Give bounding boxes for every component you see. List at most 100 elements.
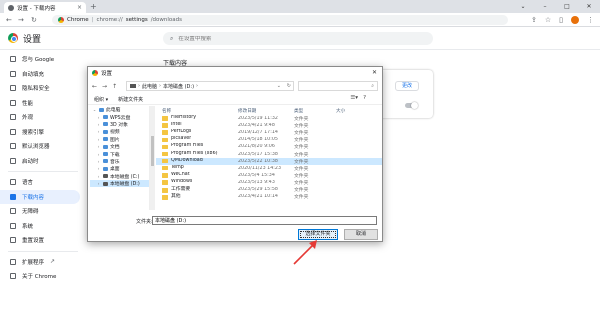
chevron-right-icon[interactable]: › — [96, 166, 101, 171]
tree-item-3d-objects[interactable]: › 3D 对象 — [90, 121, 149, 128]
organize-button[interactable]: 组织 ▾ — [94, 96, 108, 103]
dialog-search-box[interactable]: ⌕ — [298, 81, 378, 91]
chevron-right-icon[interactable]: › — [96, 181, 101, 186]
sidebar-item-privacy[interactable]: 隐私和安全 — [0, 81, 80, 96]
scrollbar-thumb[interactable] — [151, 136, 154, 166]
sidebar-item-you-and-google[interactable]: 您与 Google — [0, 52, 80, 67]
tree-item-videos[interactable]: › 视频 — [90, 128, 149, 135]
sidebar-item-search-engine[interactable]: 搜索引擎 — [0, 125, 80, 140]
refresh-icon[interactable]: ↻ — [287, 83, 291, 89]
chevron-right-icon[interactable]: › — [96, 122, 101, 127]
sidebar-item-system[interactable]: 系统 — [0, 219, 80, 234]
sidebar-icon[interactable]: ▯ — [559, 14, 563, 26]
new-folder-button[interactable]: 新建文件夹 — [118, 96, 143, 103]
cancel-button[interactable]: 取消 — [344, 229, 378, 240]
new-tab-button[interactable]: + — [90, 2, 97, 12]
chevron-right-icon[interactable]: › — [96, 159, 101, 164]
sidebar-item-about-chrome[interactable]: 关于 Chrome — [0, 269, 80, 284]
table-row[interactable]: Intel 2023/4/21 9:48 文件夹 — [156, 122, 382, 129]
drive-icon — [103, 181, 108, 186]
chevron-down-icon[interactable]: ⌄ — [277, 83, 281, 89]
table-row[interactable]: 其他 2023/4/21 10:14 文件夹 — [156, 193, 382, 200]
menu-kebab-icon[interactable]: ⋮ — [587, 14, 594, 26]
minimize-button[interactable]: – — [534, 0, 556, 13]
chevron-right-icon[interactable]: › — [96, 115, 101, 120]
table-row[interactable]: FileHistory 2023/5/19 11:32 文件夹 — [156, 115, 382, 122]
file-list: 名称 修改日期 类型 大小 FileHistory 2023/5/19 11:32… — [156, 106, 382, 210]
tree-item-music[interactable]: › 音乐 — [90, 158, 149, 165]
tree-item-local-disk-d[interactable]: › 本地磁盘 (D:) — [90, 179, 149, 188]
dialog-close-icon[interactable]: ✕ — [372, 69, 377, 76]
tree-item-downloads[interactable]: › 下载 — [90, 150, 149, 158]
settings-search[interactable]: ⌕ — [163, 32, 433, 45]
column-header-size[interactable]: 大小 — [336, 108, 376, 114]
table-row-selected[interactable]: QMDownload 2023/5/22 10:38 文件夹 — [156, 157, 382, 165]
folder-icon — [162, 180, 168, 185]
reload-icon[interactable]: ↻ — [31, 14, 37, 26]
sidebar-item-appearance[interactable]: 外观 — [0, 110, 80, 125]
chevron-right-icon[interactable]: › — [96, 144, 101, 149]
column-header-date[interactable]: 修改日期 — [238, 108, 294, 114]
ask-where-to-save-toggle[interactable] — [405, 101, 418, 109]
share-icon[interactable]: ⇪ — [531, 14, 537, 26]
view-mode-icon[interactable]: ☰▾ — [350, 95, 358, 101]
drive-icon — [103, 174, 108, 179]
profile-avatar[interactable] — [571, 16, 579, 24]
sidebar-item-downloads[interactable]: 下载内容 — [0, 189, 80, 204]
close-window-button[interactable]: ✕ — [578, 0, 600, 13]
table-row[interactable]: Temp 2020/11/23 14:23 文件夹 — [156, 165, 382, 172]
column-header-name[interactable]: 名称 — [156, 108, 238, 114]
table-row[interactable]: PerfLogs 2019/12/7 17:14 文件夹 — [156, 129, 382, 136]
tree-item-documents[interactable]: › 文档 — [90, 143, 149, 150]
breadcrumb-local-disk-d[interactable]: 本地磁盘 (D:) — [163, 83, 194, 90]
back-arrow-icon[interactable]: ← — [92, 83, 97, 90]
sidebar-item-on-startup[interactable]: 启动时 — [0, 154, 80, 169]
table-row[interactable]: Program Files (x86) 2023/5/17 15:38 文件夹 — [156, 150, 382, 158]
bookmark-star-icon[interactable]: ☆ — [545, 14, 551, 26]
sidebar-item-performance[interactable]: 性能 — [0, 96, 80, 111]
table-row[interactable]: picsaver 2014/5/18 10:05 文件夹 — [156, 136, 382, 143]
settings-search-input[interactable] — [178, 35, 379, 42]
back-arrow-icon[interactable]: ← — [6, 14, 12, 26]
up-arrow-icon[interactable]: ↑ — [112, 83, 117, 90]
sidebar-item-reset[interactable]: 重置设置 — [0, 233, 80, 248]
sidebar-item-default-browser[interactable]: 默认浏览器 — [0, 139, 80, 154]
help-icon[interactable]: ? — [363, 95, 366, 101]
table-row[interactable]: WeChat 2023/5/4 15:34 文件夹 — [156, 172, 382, 179]
address-bar[interactable]: Chrome | chrome://settings/downloads — [52, 15, 508, 25]
globe-icon — [10, 179, 16, 186]
sidebar-item-extensions[interactable]: 扩展程序 ↗ — [0, 255, 80, 270]
puzzle-icon — [10, 258, 16, 265]
search-icon: ⌕ — [170, 34, 174, 42]
sidebar-divider — [8, 250, 78, 252]
shield-icon — [10, 85, 16, 92]
table-row[interactable]: Program Files 2021/8/20 9:06 文件夹 — [156, 143, 382, 150]
chevron-down-icon[interactable]: ⌄ — [92, 107, 97, 112]
tree-item-local-disk-c[interactable]: › 本地磁盘 (C:) — [90, 173, 149, 180]
chevron-right-icon[interactable]: › — [96, 137, 101, 142]
chevron-right-icon[interactable]: › — [96, 174, 101, 179]
forward-arrow-icon[interactable]: → — [18, 14, 24, 26]
chevron-right-icon: › — [159, 83, 162, 89]
chevron-right-icon[interactable]: › — [96, 152, 101, 157]
dialog-address-bar[interactable]: › 此电脑 › 本地磁盘 (D:) › ⌄ ↻ — [126, 81, 294, 91]
breadcrumb-this-pc[interactable]: 此电脑 — [142, 83, 157, 90]
sidebar-item-autofill[interactable]: 自动填充 — [0, 67, 80, 82]
column-header-type[interactable]: 类型 — [294, 108, 336, 114]
folder-name-field[interactable] — [152, 216, 377, 225]
autofill-icon — [10, 70, 16, 77]
tab-settings-downloads[interactable]: 设置 - 下载内容 × — [4, 2, 86, 13]
tree-item-this-pc[interactable]: ⌄ 此电脑 — [90, 106, 149, 113]
sidebar-item-accessibility[interactable]: 无障碍 — [0, 204, 80, 219]
chevron-right-icon[interactable]: › — [96, 129, 101, 134]
nav-pane-scrollbar[interactable] — [150, 106, 155, 210]
forward-arrow-icon[interactable]: → — [102, 83, 107, 90]
tree-item-wps-cloud[interactable]: › WPS云盘 — [90, 113, 149, 121]
change-location-button[interactable]: 更改 — [395, 81, 419, 91]
tree-item-desktop[interactable]: › 桌面 — [90, 165, 149, 172]
sidebar-item-languages[interactable]: 语言 — [0, 175, 80, 190]
maximize-button[interactable]: □ — [556, 0, 578, 13]
tab-search-icon[interactable]: ⌄ — [512, 0, 534, 13]
tab-close-icon[interactable]: × — [77, 4, 82, 11]
tree-item-pictures[interactable]: › 图片 — [90, 136, 149, 143]
